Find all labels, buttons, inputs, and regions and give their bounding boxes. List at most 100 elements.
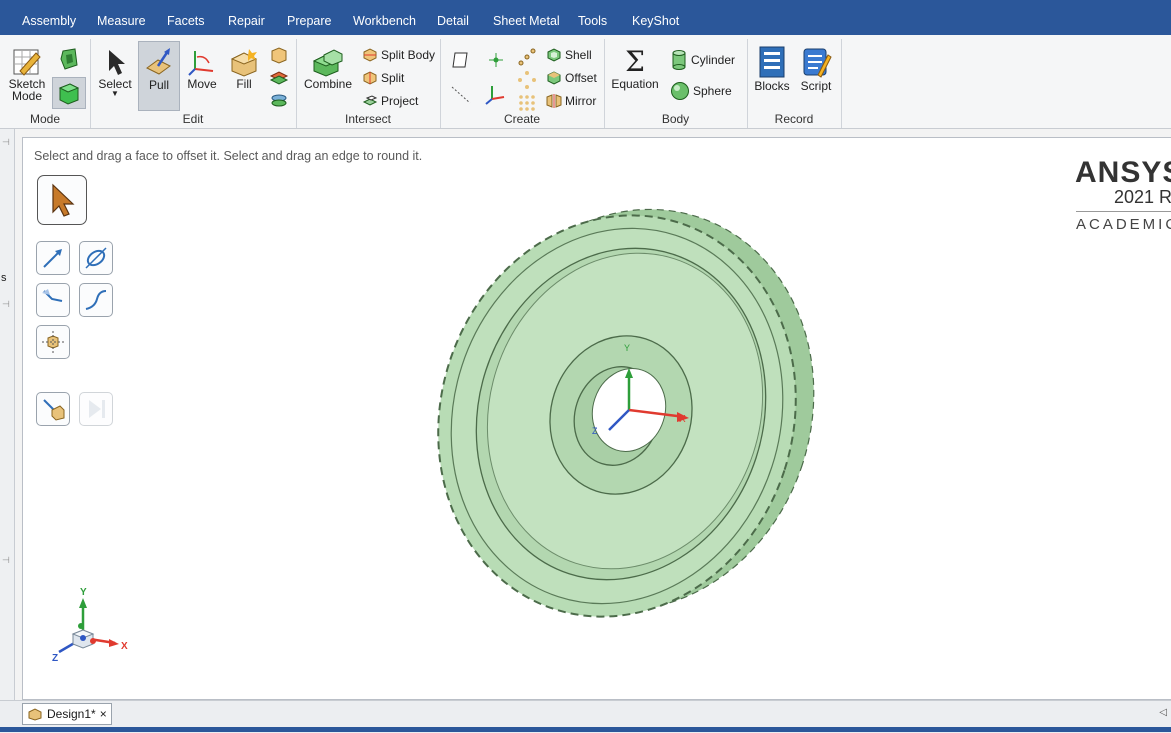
complete-tool[interactable] (36, 392, 70, 426)
ribbon-group-mode-label: Mode (29, 112, 61, 126)
sphere-icon (671, 82, 689, 100)
draft-icon (85, 290, 107, 310)
menu-repair[interactable]: Repair (228, 14, 265, 28)
edit-extra-button-3[interactable] (268, 91, 290, 113)
cylinder-icon (672, 50, 686, 70)
mirror-button[interactable]: Mirror (546, 93, 596, 109)
sketch-mode-button[interactable]: Sketch Mode (6, 47, 48, 103)
section-mode-icon (60, 48, 78, 70)
scroll-left-icon[interactable]: ◁ (1159, 707, 1167, 718)
pin-icon[interactable]: ⊣ (2, 299, 10, 310)
select-button[interactable]: Select ▼ (96, 47, 134, 98)
origin-icon (485, 86, 505, 105)
cylinder-label: Cylinder (691, 53, 736, 67)
menu-detail[interactable]: Detail (437, 14, 469, 28)
combine-icon (312, 49, 343, 77)
cylinder-button[interactable]: Cylinder (670, 49, 735, 71)
ribbon-group-record-label: Record (774, 112, 814, 126)
split-body-button[interactable]: Split Body (362, 47, 435, 63)
linear-pattern-icon (518, 48, 536, 66)
blocks-button[interactable]: Blocks (753, 45, 791, 93)
ribbon-group-edit-label: Edit (182, 112, 204, 126)
fill-button[interactable]: Fill (226, 47, 262, 91)
menu-facets[interactable]: Facets (167, 14, 205, 28)
split-button[interactable]: Split (362, 70, 404, 86)
scale-body-tool[interactable] (36, 325, 70, 359)
menu-prepare[interactable]: Prepare (287, 14, 331, 28)
ribbon-group-record: Blocks Script Record (747, 39, 842, 128)
solid-box-icon (271, 47, 287, 64)
origin-z-label: Z (592, 426, 598, 436)
offset-button[interactable]: Offset (546, 70, 597, 86)
section-mode-button[interactable] (56, 47, 82, 73)
left-panel-strip[interactable]: ⊣ s ⊣ ⊣ (0, 129, 15, 700)
axis-button[interactable] (450, 83, 472, 105)
3d-mode-button[interactable] (52, 77, 86, 109)
menu-assembly[interactable]: Assembly (22, 14, 76, 28)
menu-tools[interactable]: Tools (578, 14, 607, 28)
offset-icon (547, 71, 561, 85)
pin-icon[interactable]: ⊣ (2, 555, 10, 566)
point-icon (489, 53, 503, 67)
sweep-icon (42, 289, 63, 302)
pin-icon[interactable]: ⊣ (2, 137, 10, 148)
close-icon[interactable]: × (100, 707, 107, 721)
triad-z-label: Z (52, 653, 59, 664)
edit-extra-button-1[interactable] (268, 45, 290, 67)
shell-button[interactable]: Shell (546, 47, 592, 63)
draft-tool[interactable] (79, 283, 113, 317)
layers-icon (269, 71, 289, 85)
select-arrow-icon (52, 183, 75, 217)
project-label: Project (381, 94, 419, 108)
view-triad[interactable] (45, 586, 135, 671)
script-button[interactable]: Script (797, 45, 835, 93)
plane-icon (452, 52, 468, 68)
ribbon: Sketch Mode Mode Select ▼ Pull Move Fill (0, 35, 1171, 129)
doc-tab-label: Design1* (47, 707, 96, 721)
design-canvas[interactable]: Select and drag a face to offset it. Sel… (22, 137, 1171, 700)
doc-tab-design1[interactable]: Design1* × (22, 703, 112, 725)
ribbon-group-create: Shell Offset Mirror Create (440, 39, 605, 128)
sweep-tool[interactable] (36, 283, 70, 317)
arrow-direction-icon (43, 249, 62, 268)
axis-icon (451, 86, 471, 104)
fill-icon (230, 49, 258, 77)
menu-sheet-metal[interactable]: Sheet Metal (493, 14, 560, 28)
equation-button[interactable]: Σ Equation (610, 45, 660, 92)
ribbon-group-intersect: Combine Split Body Split Project Interse… (296, 39, 441, 128)
blocks-icon (759, 46, 785, 78)
gear-model[interactable] (403, 198, 823, 638)
sigma-icon: Σ (625, 45, 645, 78)
menu-workbench[interactable]: Workbench (353, 14, 416, 28)
menu-keyshot[interactable]: KeyShot (632, 14, 679, 28)
logo-version: 2021 R (1114, 187, 1171, 207)
menu-measure[interactable]: Measure (97, 14, 146, 28)
combine-button[interactable]: Combine (302, 47, 354, 91)
split-body-icon (363, 48, 377, 62)
origin-button[interactable] (484, 83, 506, 105)
design-icon (28, 708, 42, 721)
linear-pattern-button[interactable] (516, 47, 538, 69)
equation-label: Equation (611, 77, 659, 91)
pull-direction-tool[interactable] (36, 241, 70, 275)
ribbon-group-body: Σ Equation Cylinder Sphere Body (604, 39, 748, 128)
shell-icon (547, 48, 561, 62)
project-button[interactable]: Project (362, 93, 418, 109)
edit-extra-button-2[interactable] (268, 68, 290, 90)
bottom-edge (0, 727, 1171, 732)
sphere-button[interactable]: Sphere (670, 81, 732, 101)
select-arrow-icon (109, 50, 125, 75)
3d-mode-icon (58, 83, 80, 105)
move-button[interactable]: Move (182, 47, 222, 91)
split-label: Split (381, 71, 405, 85)
script-icon (803, 48, 832, 78)
point-button[interactable] (486, 51, 506, 71)
revolve-tool[interactable] (79, 241, 113, 275)
triad-x-label: X (121, 641, 128, 652)
select-tool-button[interactable] (37, 175, 87, 225)
ribbon-group-create-label: Create (503, 112, 541, 126)
pull-button[interactable]: Pull (138, 41, 180, 111)
circular-pattern-button[interactable] (516, 70, 538, 92)
logo-edition: ACADEMIC (1076, 216, 1171, 233)
plane-button[interactable] (450, 51, 470, 71)
